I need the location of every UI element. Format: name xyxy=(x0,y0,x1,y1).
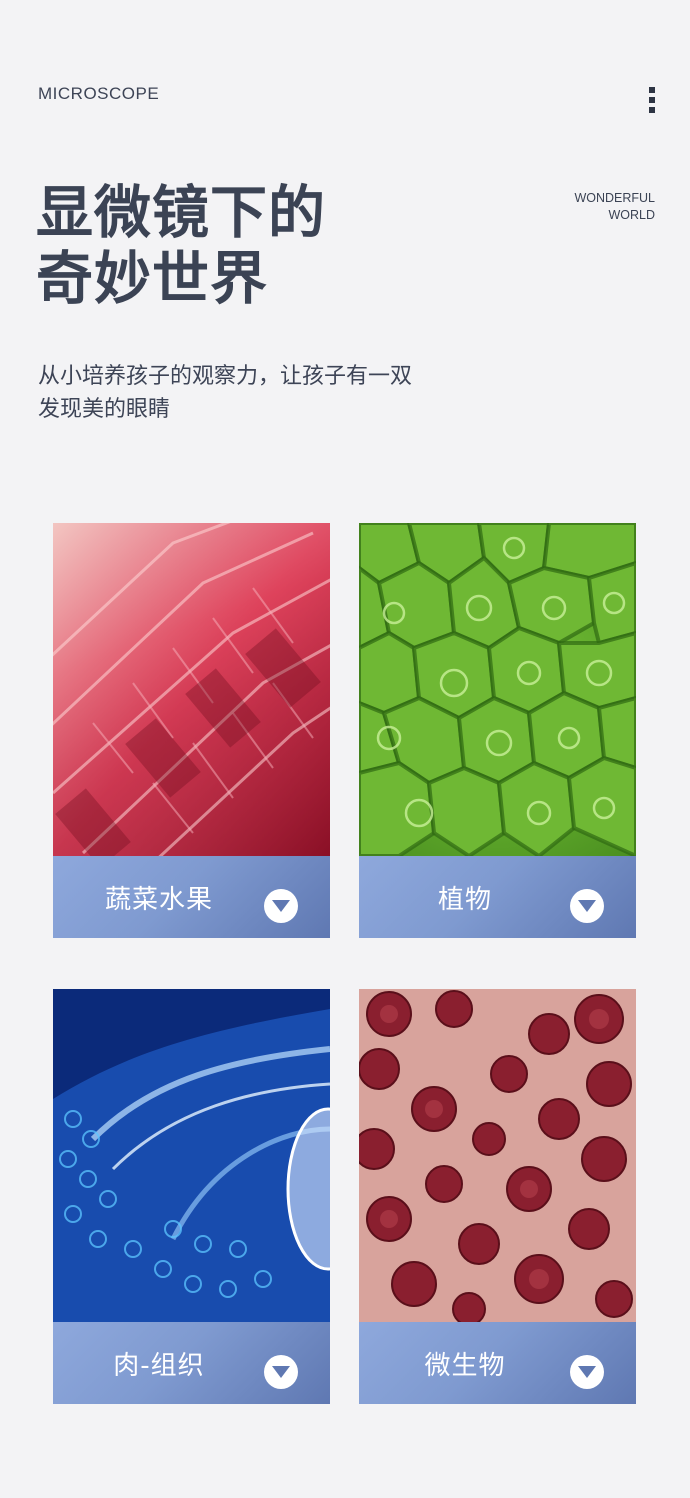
brand-label: MICROSCOPE xyxy=(38,84,160,103)
tagline-line-2: WORLD xyxy=(608,208,655,222)
page-title: 显微镜下的 奇妙世界 xyxy=(36,180,326,312)
subtitle-line-1: 从小培养孩子的观察力，让孩子有一双 xyxy=(38,364,413,389)
subtitle-line-2: 发现美的眼睛 xyxy=(38,397,171,422)
menu-dot xyxy=(649,107,655,113)
card-label: 肉-组织 xyxy=(113,1350,205,1381)
card-label-bar: 微生物 xyxy=(359,1322,636,1404)
microorganism-cells-texture xyxy=(359,989,636,1322)
chevron-down-circle-icon[interactable] xyxy=(570,889,604,923)
chevron-down-circle-icon[interactable] xyxy=(264,1355,298,1389)
tagline: WONDERFUL WORLD xyxy=(574,190,655,224)
chevron-down-circle-icon[interactable] xyxy=(264,889,298,923)
card-label-bar: 植物 xyxy=(359,856,636,938)
category-card-meat-tissue[interactable]: 肉-组织 xyxy=(53,989,330,1404)
vegetable-cells-texture xyxy=(53,523,330,856)
microorganism-cells-image xyxy=(359,989,636,1322)
plant-cells-image xyxy=(359,523,636,856)
vegetable-cells-image xyxy=(53,523,330,856)
tissue-cells-image xyxy=(53,989,330,1322)
card-label: 植物 xyxy=(437,884,492,915)
card-label-bar: 蔬菜水果 xyxy=(53,856,330,938)
tissue-cells-texture xyxy=(53,989,330,1322)
category-card-vegetables[interactable]: 蔬菜水果 xyxy=(53,523,330,938)
microscope-page: MICROSCOPE 显微镜下的 奇妙世界 WONDERFUL WORLD 从小… xyxy=(0,0,690,1498)
card-label-bar: 肉-组织 xyxy=(53,1322,330,1404)
chevron-down-circle-icon[interactable] xyxy=(570,1355,604,1389)
title-line-1: 显微镜下的 xyxy=(36,180,326,246)
menu-dot xyxy=(649,87,655,93)
category-card-microorganisms[interactable]: 微生物 xyxy=(359,989,636,1404)
plant-cells-texture xyxy=(359,523,636,856)
tagline-line-1: WONDERFUL xyxy=(574,191,655,205)
category-card-plants[interactable]: 植物 xyxy=(359,523,636,938)
card-label: 蔬菜水果 xyxy=(104,884,213,915)
page-subtitle: 从小培养孩子的观察力，让孩子有一双 发现美的眼睛 xyxy=(38,360,508,426)
title-line-2: 奇妙世界 xyxy=(36,246,268,312)
menu-dot xyxy=(649,97,655,103)
card-label: 微生物 xyxy=(424,1350,506,1381)
more-vertical-icon[interactable] xyxy=(642,84,662,114)
